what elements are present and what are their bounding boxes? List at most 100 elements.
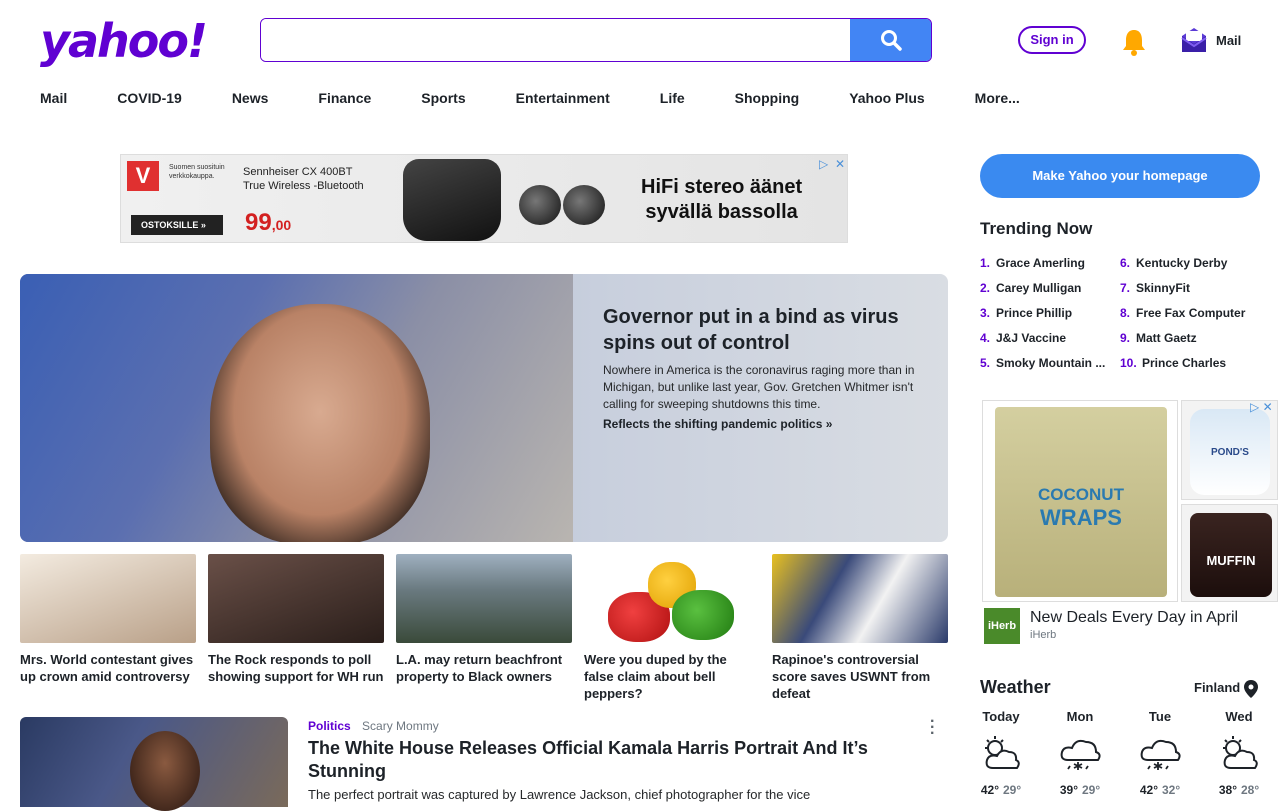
- make-homepage-button[interactable]: Make Yahoo your homepage: [980, 154, 1260, 198]
- thumbnail-stories: Mrs. World contestant gives up crown ami…: [20, 554, 948, 701]
- ad-price-cents: ,00: [271, 217, 292, 233]
- nav-sports[interactable]: Sports: [421, 90, 465, 110]
- hero-title[interactable]: Governor put in a bind as virus spins ou…: [603, 304, 923, 356]
- adchoices-icon[interactable]: ▷: [819, 157, 828, 171]
- nav-shopping[interactable]: Shopping: [735, 90, 800, 110]
- snow-cloud-icon: [1140, 739, 1181, 770]
- weather-day[interactable]: Wed 38° 28°: [1209, 709, 1269, 797]
- ad-product-coconut-wraps[interactable]: COCONUT WRAPS: [982, 400, 1178, 602]
- weather-temps: 38° 28°: [1209, 783, 1269, 797]
- weather-low: 29°: [1082, 783, 1101, 797]
- thumbnail-story[interactable]: The Rock responds to poll showing suppor…: [208, 554, 384, 694]
- coconut-wraps-image: COCONUT WRAPS: [995, 407, 1167, 597]
- weather-day[interactable]: Mon 39° 29°: [1050, 709, 1110, 797]
- weather-location[interactable]: Finland: [1194, 680, 1240, 695]
- thumbnail-story[interactable]: Mrs. World contestant gives up crown ami…: [20, 554, 196, 694]
- mail-link[interactable]: Mail: [1216, 33, 1241, 48]
- nav-more[interactable]: More...: [975, 90, 1020, 110]
- weather-day-name: Tue: [1148, 709, 1172, 724]
- ad-product-muffin[interactable]: MUFFIN: [1181, 504, 1278, 602]
- search-button[interactable]: [850, 19, 931, 61]
- weather-high: 39°: [1059, 783, 1078, 797]
- nav-news[interactable]: News: [232, 90, 269, 110]
- search-bar: [260, 18, 932, 62]
- thumbnail-image: [772, 554, 948, 643]
- trending-title: Trending Now: [980, 219, 1093, 238]
- trending-item[interactable]: 1. Grace Amerling: [980, 256, 1105, 281]
- thumbnail-story[interactable]: Rapinoe's controversial score saves USWN…: [772, 554, 948, 701]
- trending-item[interactable]: 3. Prince Phillip: [980, 306, 1105, 331]
- nav-finance[interactable]: Finance: [318, 90, 371, 110]
- story-title[interactable]: The White House Releases Official Kamala…: [308, 737, 908, 783]
- more-options-icon[interactable]: · · ·: [930, 714, 935, 742]
- ad-headline: HiFi stereo äänet syvällä bassolla: [641, 175, 802, 225]
- trending-label: Carey Mulligan: [996, 281, 1082, 295]
- ponds-label: POND'S: [1211, 447, 1249, 458]
- sign-in-button[interactable]: Sign in: [1018, 26, 1086, 54]
- mail-icon[interactable]: [1181, 28, 1207, 52]
- story-source: Scary Mommy: [362, 719, 439, 733]
- ad-product-ponds[interactable]: POND'S: [1181, 400, 1278, 500]
- ad-close-icon[interactable]: ✕: [835, 157, 845, 171]
- thumbnail-caption[interactable]: The Rock responds to poll showing suppor…: [208, 651, 384, 685]
- thumbnail-caption[interactable]: Rapinoe's controversial score saves USWN…: [772, 651, 948, 702]
- search-input[interactable]: [261, 19, 850, 61]
- sidebar-ad-title[interactable]: New Deals Every Day in April: [1030, 609, 1238, 627]
- thumbnail-caption[interactable]: Were you duped by the false claim about …: [584, 651, 760, 702]
- hero-text: Governor put in a bind as virus spins ou…: [603, 304, 923, 431]
- trending-item[interactable]: 2. Carey Mulligan: [980, 281, 1105, 306]
- trending-item[interactable]: 10. Prince Charles: [1120, 356, 1245, 381]
- weather-low: 32°: [1162, 783, 1181, 797]
- earbud-right-image: [563, 185, 605, 225]
- weather-day[interactable]: Today 42° 29°: [971, 709, 1031, 797]
- trending-label: Smoky Mountain ...: [996, 356, 1106, 370]
- nav-entertainment[interactable]: Entertainment: [516, 90, 610, 110]
- location-pin-icon[interactable]: [1244, 680, 1258, 698]
- trending-item[interactable]: 8. Free Fax Computer: [1120, 306, 1245, 331]
- partly-cloudy-icon: [985, 736, 1020, 769]
- ad-headline-line-1: HiFi stereo äänet: [641, 176, 803, 198]
- yahoo-logo[interactable]: yahoo!: [40, 14, 208, 68]
- nav-yahoo-plus[interactable]: Yahoo Plus: [849, 90, 924, 110]
- coconut-wraps-line-2: WRAPS: [1040, 505, 1122, 530]
- thumbnail-story[interactable]: Were you duped by the false claim about …: [584, 554, 760, 701]
- notification-bell-icon[interactable]: [1120, 27, 1148, 57]
- nav-mail[interactable]: Mail: [40, 90, 67, 110]
- muffin-label: MUFFIN: [1206, 553, 1256, 568]
- stream-story[interactable]: Politics Scary Mommy The White House Rel…: [20, 714, 948, 811]
- trending-label: Kentucky Derby: [1136, 256, 1228, 270]
- trending-rank: 7.: [1120, 281, 1131, 295]
- thumbnail-caption[interactable]: L.A. may return beachfront property to B…: [396, 651, 572, 685]
- trending-item[interactable]: 7. SkinnyFit: [1120, 281, 1245, 306]
- weather-day[interactable]: Tue 42° 32°: [1130, 709, 1190, 797]
- weather-temps: 42° 29°: [971, 783, 1031, 797]
- story-category[interactable]: Politics: [308, 719, 351, 733]
- ad-shop-button[interactable]: OSTOKSILLE »: [131, 215, 223, 235]
- adchoices-icon[interactable]: ▷ ✕: [1250, 400, 1273, 414]
- ad-price-main: 99: [245, 209, 272, 236]
- trending-label: Matt Gaetz: [1136, 331, 1197, 345]
- banner-ad[interactable]: V Suomen suosituin verkkokauppa. OSTOKSI…: [120, 154, 848, 243]
- hero-story[interactable]: Governor put in a bind as virus spins ou…: [20, 274, 948, 542]
- trending-item[interactable]: 5. Smoky Mountain ...: [980, 356, 1105, 381]
- trending-item[interactable]: 6. Kentucky Derby: [1120, 256, 1245, 281]
- trending-list-col-1: 1. Grace Amerling 2. Carey Mulligan 3. Prin…: [980, 256, 1105, 381]
- hero-related-link[interactable]: Reflects the shifting pandemic politics …: [603, 417, 923, 431]
- thumbnail-caption[interactable]: Mrs. World contestant gives up crown ami…: [20, 651, 196, 685]
- trending-label: Prince Phillip: [996, 306, 1073, 320]
- trending-item[interactable]: 9. Matt Gaetz: [1120, 331, 1245, 356]
- weather-high: 42°: [980, 783, 999, 797]
- trending-label: SkinnyFit: [1136, 281, 1191, 295]
- nav-covid-19[interactable]: COVID-19: [117, 90, 182, 110]
- header: yahoo! Sign in Mail Mail COVID-19 News F…: [0, 0, 1280, 106]
- nav-life[interactable]: Life: [660, 90, 685, 110]
- iherb-logo[interactable]: iHerb: [984, 608, 1020, 644]
- earbuds-case-image: [403, 159, 501, 241]
- trending-item[interactable]: 4. J&J Vaccine: [980, 331, 1105, 356]
- coconut-wraps-line-1: COCONUT: [1038, 485, 1124, 504]
- ad-brand-tagline: Suomen suosituin verkkokauppa.: [169, 164, 225, 180]
- story-image: [20, 717, 288, 811]
- hero-description: Nowhere in America is the coronavirus ra…: [603, 363, 915, 411]
- thumbnail-story[interactable]: L.A. may return beachfront property to B…: [396, 554, 572, 694]
- snow-cloud-icon: [1060, 739, 1101, 770]
